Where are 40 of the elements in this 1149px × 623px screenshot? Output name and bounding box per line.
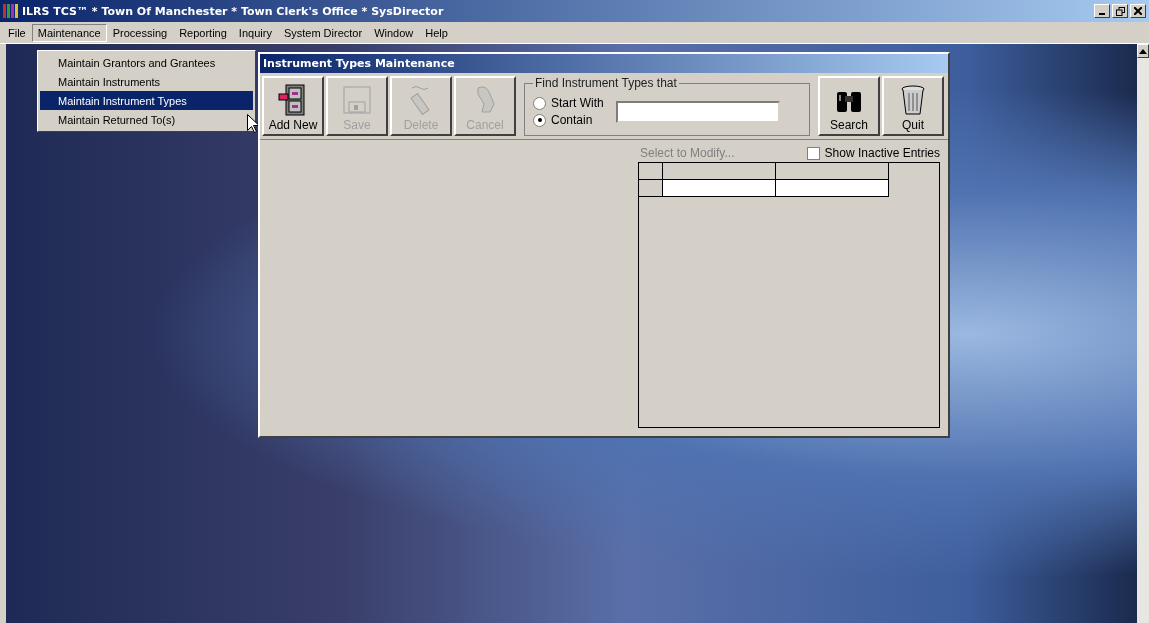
radio-label: Start With bbox=[551, 96, 604, 110]
radio-button[interactable] bbox=[533, 113, 546, 127]
menu-item[interactable]: System Director bbox=[277, 23, 369, 42]
table-cell[interactable] bbox=[776, 180, 889, 197]
minimize-button[interactable] bbox=[1094, 4, 1110, 18]
list-caption: Select to Modify... bbox=[639, 146, 735, 160]
data-grid[interactable] bbox=[638, 162, 940, 428]
trash-can-icon bbox=[900, 84, 926, 116]
books-icon bbox=[3, 4, 19, 18]
table-cell[interactable] bbox=[663, 180, 776, 197]
header-cell bbox=[639, 163, 663, 180]
add-button[interactable]: Add New bbox=[262, 76, 324, 136]
menu-item[interactable]: File bbox=[2, 23, 32, 42]
window-title: ILRS TCS™ * Town Of Manchester * Town Clerk's Office * SysDirector bbox=[22, 4, 444, 18]
menu-item[interactable]: Reporting bbox=[173, 23, 233, 42]
menu-item[interactable]: Help bbox=[419, 23, 454, 42]
quit-button[interactable]: Quit bbox=[882, 76, 944, 136]
radio-button[interactable] bbox=[533, 96, 546, 110]
file-cabinet-icon bbox=[278, 84, 308, 116]
scrollbar[interactable] bbox=[1137, 44, 1149, 623]
checkbox[interactable] bbox=[806, 146, 820, 160]
restore-icon bbox=[1115, 6, 1125, 16]
menu-entry[interactable]: Maintain Instruments bbox=[40, 72, 253, 91]
close-button[interactable] bbox=[1130, 4, 1146, 18]
close-icon bbox=[1134, 7, 1142, 15]
menu-item[interactable]: Maintenance bbox=[31, 23, 107, 42]
up-arrow-icon bbox=[1139, 48, 1147, 54]
menu-item[interactable]: Processing bbox=[106, 23, 174, 42]
radio-label: Contain bbox=[551, 113, 593, 127]
child-window-title: Instrument Types Maintenance bbox=[260, 54, 948, 73]
menu-entry[interactable]: Maintain Grantors and Grantees bbox=[40, 53, 253, 72]
search-button[interactable]: Search bbox=[818, 76, 880, 136]
group-label: Find Instrument Types that bbox=[534, 76, 678, 90]
checkbox-label: Show Inactive Entries bbox=[824, 146, 940, 160]
menu-item[interactable]: Inquiry bbox=[232, 23, 278, 42]
menu-item[interactable]: Window bbox=[368, 23, 420, 42]
menu-entry[interactable]: Maintain Instrument Types bbox=[40, 91, 253, 110]
scroll-up-button[interactable] bbox=[1137, 44, 1149, 58]
search-input-field[interactable] bbox=[615, 100, 780, 123]
restore-button[interactable] bbox=[1112, 4, 1128, 18]
